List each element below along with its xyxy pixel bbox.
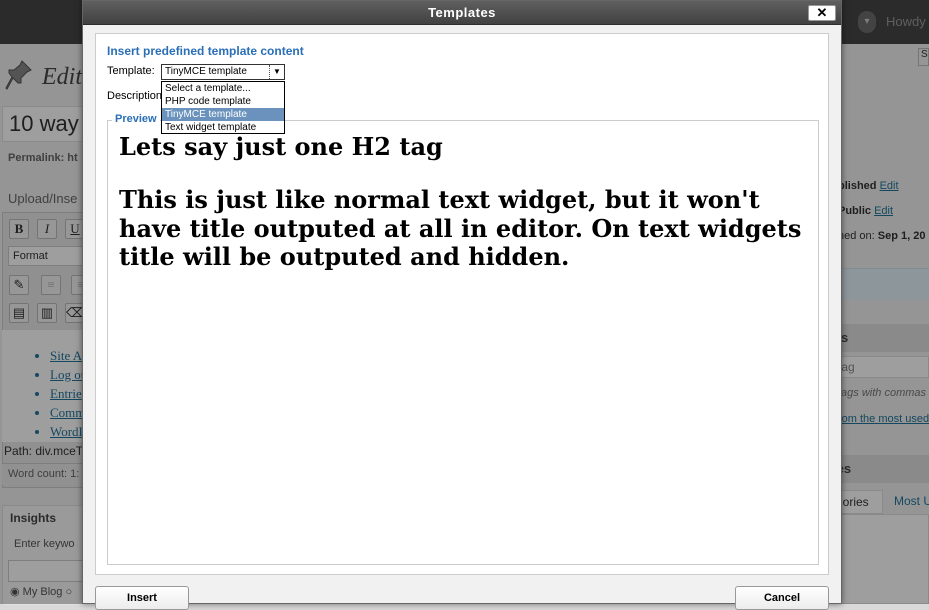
template-dropdown-list: Select a template... PHP code template T… <box>161 81 285 134</box>
dropdown-option[interactable]: Text widget template <box>162 121 284 134</box>
cancel-button[interactable]: Cancel <box>735 586 829 610</box>
template-select[interactable]: TinyMCE template ▼ <box>161 64 285 80</box>
dropdown-option[interactable]: Select a template... <box>162 82 284 95</box>
close-icon[interactable]: ✕ <box>808 5 836 21</box>
template-label: Template: <box>107 65 155 77</box>
preview-heading: Lets say just one H2 tag <box>119 132 443 161</box>
template-panel: Insert predefined template content Templ… <box>95 33 829 575</box>
dropdown-option[interactable]: PHP code template <box>162 95 284 108</box>
dialog-title: Templates <box>428 5 496 20</box>
template-select-value: TinyMCE template <box>165 66 247 77</box>
description-label: Description <box>107 90 163 102</box>
chevron-down-icon[interactable]: ▼ <box>269 65 284 79</box>
panel-legend: Insert predefined template content <box>107 44 304 58</box>
insert-button[interactable]: Insert <box>95 586 189 610</box>
preview-content: Lets say just one H2 tag This is just li… <box>119 132 809 272</box>
dropdown-option-selected[interactable]: TinyMCE template <box>162 108 284 121</box>
dialog-titlebar[interactable]: Templates ✕ <box>83 1 841 25</box>
templates-dialog: Templates ✕ Insert predefined template c… <box>82 0 842 610</box>
preview-paragraph: This is just like normal text widget, bu… <box>119 184 802 272</box>
preview-label: Preview <box>112 113 160 125</box>
preview-frame: Lets say just one H2 tag This is just li… <box>107 120 819 565</box>
